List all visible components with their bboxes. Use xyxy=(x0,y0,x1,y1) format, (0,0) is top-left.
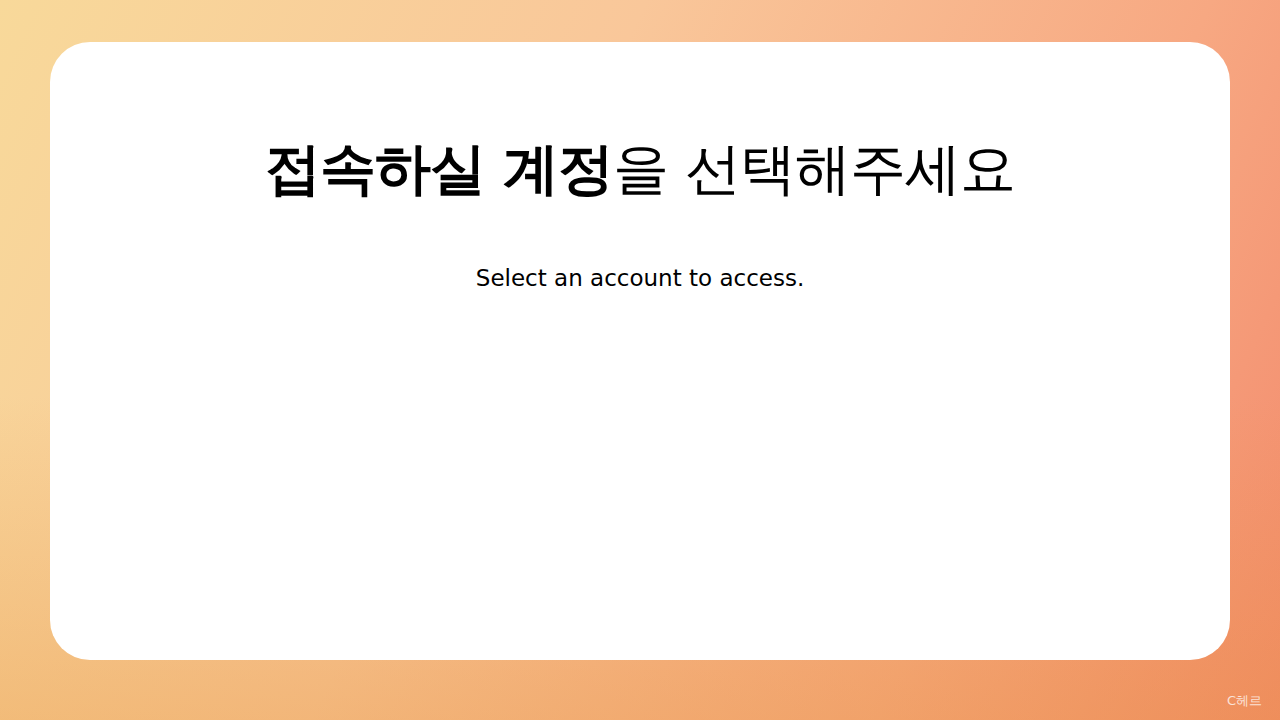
page-title: 접속하실 계정을 선택해주세요 xyxy=(265,134,1015,204)
title-rest: 을 선택해주세요 xyxy=(613,136,1015,201)
watermark: C헤르 xyxy=(1227,692,1262,710)
login-screen: 접속하실 계정을 선택해주세요 Select an account to acce… xyxy=(0,0,1280,720)
page-subtitle: Select an account to access. xyxy=(476,264,804,294)
account-list xyxy=(50,294,1230,660)
account-select-card: 접속하실 계정을 선택해주세요 Select an account to acce… xyxy=(50,42,1230,660)
title-emphasis: 접속하실 계정 xyxy=(265,136,614,201)
